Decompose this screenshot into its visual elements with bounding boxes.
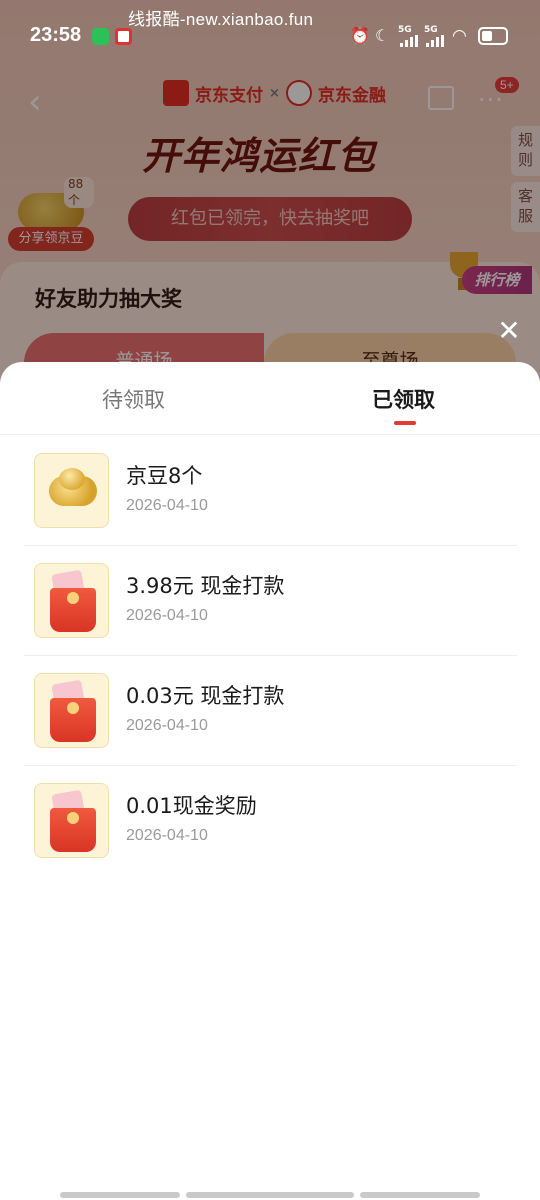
reward-date: 2026-04-10 bbox=[126, 827, 208, 844]
tab-pending[interactable]: 待领取 bbox=[102, 384, 165, 414]
network-type-1: 5G bbox=[398, 25, 412, 35]
reward-list: 京豆8个 2026-04-10 3.98元 现金打款 2026-04-10 0.… bbox=[24, 436, 517, 876]
list-item[interactable]: 0.03元 现金打款 2026-04-10 bbox=[24, 656, 517, 766]
signal-icon bbox=[400, 35, 418, 47]
list-item[interactable]: 0.01现金奖励 2026-04-10 bbox=[24, 766, 517, 876]
reward-title: 京豆8个 bbox=[126, 464, 203, 488]
jd-beans-icon bbox=[49, 468, 97, 506]
network-type-2: 5G bbox=[424, 25, 438, 35]
reward-title: 0.01现金奖励 bbox=[126, 794, 257, 818]
bank-app-icon bbox=[115, 28, 132, 45]
reward-title: 0.03元 现金打款 bbox=[126, 684, 285, 708]
tab-claimed[interactable]: 已领取 bbox=[372, 384, 435, 414]
reward-date: 2026-04-10 bbox=[126, 607, 208, 624]
wifi-icon: ◠ bbox=[452, 26, 467, 46]
reward-thumbnail bbox=[34, 673, 109, 748]
active-tab-indicator bbox=[394, 421, 416, 425]
dim-overlay[interactable] bbox=[0, 0, 540, 420]
alarm-icon: ⏰ bbox=[350, 26, 370, 45]
reward-date: 2026-04-10 bbox=[126, 497, 208, 514]
watermark: 线报酷-new.xianbao.fun bbox=[128, 10, 314, 29]
list-item[interactable]: 京豆8个 2026-04-10 bbox=[24, 436, 517, 546]
home-indicator bbox=[186, 1192, 354, 1198]
rewards-sheet: 待领取 已领取 京豆8个 2026-04-10 3.98元 现金打款 2026-… bbox=[0, 362, 540, 1200]
reward-date: 2026-04-10 bbox=[126, 717, 208, 734]
battery-icon bbox=[478, 27, 508, 45]
reward-thumbnail bbox=[34, 783, 109, 858]
home-indicator bbox=[360, 1192, 480, 1198]
reward-title: 3.98元 现金打款 bbox=[126, 574, 285, 598]
envelope-seal bbox=[67, 592, 79, 604]
reward-thumbnail bbox=[34, 563, 109, 638]
close-icon[interactable]: ✕ bbox=[494, 316, 524, 346]
moon-icon: ☾ bbox=[375, 26, 390, 45]
envelope-seal bbox=[67, 702, 79, 714]
wechat-icon bbox=[92, 28, 109, 45]
home-indicator bbox=[60, 1192, 180, 1198]
list-item[interactable]: 3.98元 现金打款 2026-04-10 bbox=[24, 546, 517, 656]
status-time: 23:58 bbox=[30, 24, 82, 46]
signal-icon bbox=[426, 35, 444, 47]
reward-thumbnail bbox=[34, 453, 109, 528]
reward-tabs: 待领取 已领取 bbox=[0, 362, 540, 435]
envelope-seal bbox=[67, 812, 79, 824]
